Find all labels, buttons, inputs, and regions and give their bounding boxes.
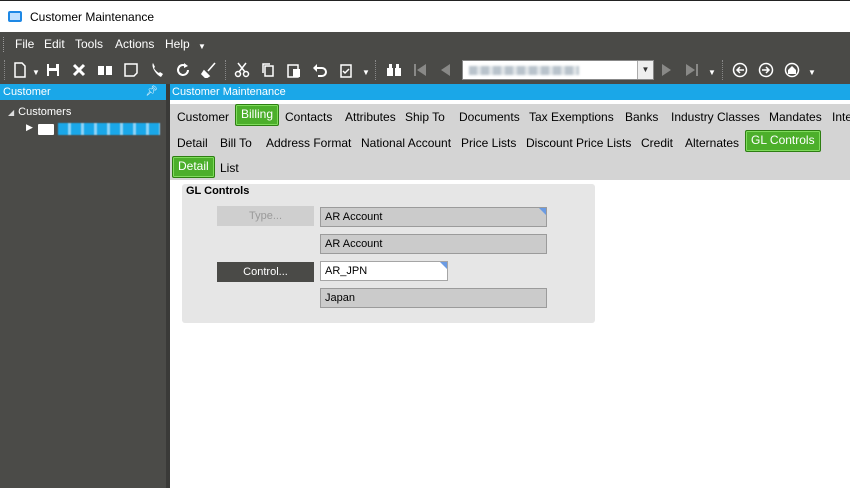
control-description: Japan xyxy=(325,292,355,304)
control-button[interactable]: Control... xyxy=(217,262,314,282)
tab-credit[interactable]: Credit xyxy=(636,132,678,154)
menu-actions[interactable]: Actions xyxy=(115,37,154,51)
menu-file[interactable]: File xyxy=(15,37,34,51)
control-value: AR_JPN xyxy=(325,265,368,277)
tab-mandates[interactable]: Mandates xyxy=(764,106,827,128)
tab-alternates[interactable]: Alternates xyxy=(680,132,744,154)
tab-discount-price-lists[interactable]: Discount Price Lists xyxy=(521,132,636,154)
tab-documents[interactable]: Documents xyxy=(454,106,525,128)
tab-billing[interactable]: Billing xyxy=(235,104,280,126)
tab-attributes[interactable]: Attributes xyxy=(340,106,401,128)
main-panel: Customer Maintenance Customer Billing Co… xyxy=(170,84,850,488)
menu-grip xyxy=(3,37,6,52)
back-icon[interactable] xyxy=(730,60,750,80)
app-window-icon xyxy=(8,11,22,22)
tab-price-lists[interactable]: Price Lists xyxy=(456,132,521,154)
window-title: Customer Maintenance xyxy=(30,10,155,24)
last-record-icon[interactable] xyxy=(682,60,702,80)
combo-dropdown-icon[interactable]: ▼ xyxy=(637,61,653,79)
main-header: Customer Maintenance xyxy=(170,84,850,100)
customer-tree-panel: Customer 📌︎ ◢ Customers ▶ xyxy=(0,84,166,488)
tab-detail-view[interactable]: Detail xyxy=(172,156,215,178)
menu-overflow-icon[interactable]: ▼ xyxy=(198,42,206,51)
toolbar-overflow-icon[interactable]: ▼ xyxy=(808,68,816,77)
clear-icon[interactable] xyxy=(199,60,219,80)
delete-icon[interactable] xyxy=(69,60,89,80)
save-icon[interactable] xyxy=(43,60,63,80)
type-field[interactable]: AR Account xyxy=(320,207,547,227)
forward-icon[interactable] xyxy=(756,60,776,80)
tertiary-tab-row: Detail List xyxy=(170,156,850,180)
tab-inte[interactable]: Inte xyxy=(827,106,850,128)
secondary-tab-row: Detail Bill To Address Format National A… xyxy=(170,130,850,156)
tab-banks[interactable]: Banks xyxy=(620,106,663,128)
navigation-dropdown-icon[interactable]: ▼ xyxy=(708,68,716,77)
tab-industry-classes[interactable]: Industry Classes xyxy=(666,106,765,128)
paste-icon[interactable] xyxy=(284,60,304,80)
first-record-icon[interactable] xyxy=(410,60,430,80)
tree-item-customer[interactable]: ▶ xyxy=(26,122,160,136)
toolbar-grip xyxy=(4,60,5,80)
control-field[interactable]: AR_JPN xyxy=(320,261,448,281)
phone-icon[interactable] xyxy=(147,60,167,80)
tab-list-view[interactable]: List xyxy=(215,157,244,179)
copy-icon[interactable] xyxy=(258,60,278,80)
primary-tab-row: Customer Billing Contacts Attributes Shi… xyxy=(170,104,850,130)
home-icon[interactable] xyxy=(782,60,802,80)
type-description: AR Account xyxy=(325,238,383,250)
pin-icon[interactable]: 📌︎ xyxy=(145,84,158,100)
menu-tools[interactable]: Tools xyxy=(75,37,103,51)
group-title: GL Controls xyxy=(186,185,250,197)
gl-controls-group: GL Controls Type... AR Account AR Accoun… xyxy=(182,184,595,323)
type-description-field: AR Account xyxy=(320,234,547,254)
tree-root-label: Customers xyxy=(18,106,72,118)
tab-address-format[interactable]: Address Format xyxy=(261,132,356,154)
record-selector-combo[interactable]: ▼ xyxy=(462,60,654,80)
toolbar: ▼ ▼ ▼ ▼ xyxy=(0,56,850,84)
tab-bill-to[interactable]: Bill To xyxy=(215,132,257,154)
clipboard-dropdown-icon[interactable]: ▼ xyxy=(362,68,370,77)
folder-icon xyxy=(38,124,54,135)
previous-record-icon[interactable] xyxy=(436,60,456,80)
type-value: AR Account xyxy=(325,211,383,223)
tab-national-account[interactable]: National Account xyxy=(356,132,456,154)
toolbar-separator xyxy=(722,60,723,80)
expand-triangle-icon[interactable]: ▶ xyxy=(26,122,33,133)
new-dropdown-icon[interactable]: ▼ xyxy=(32,68,40,77)
toolbar-separator xyxy=(225,60,226,80)
control-description-field: Japan xyxy=(320,288,547,308)
refresh-icon[interactable] xyxy=(173,60,193,80)
tab-tax-exemptions[interactable]: Tax Exemptions xyxy=(524,106,619,128)
tab-contacts[interactable]: Contacts xyxy=(280,106,337,128)
redacted-record-value xyxy=(469,66,579,75)
menu-help[interactable]: Help xyxy=(165,37,190,51)
field-corner-marker xyxy=(440,262,447,269)
tab-ship-to[interactable]: Ship To xyxy=(400,106,450,128)
book-icon[interactable] xyxy=(95,60,115,80)
clipboard-icon[interactable] xyxy=(336,60,356,80)
undo-icon[interactable] xyxy=(310,60,330,80)
redacted-customer-name xyxy=(58,123,160,135)
tree-root-customers[interactable]: ◢ Customers xyxy=(8,106,71,118)
panel-title: Customer xyxy=(3,86,51,98)
next-record-icon[interactable] xyxy=(656,60,676,80)
menu-edit[interactable]: Edit xyxy=(44,37,65,51)
tab-customer[interactable]: Customer xyxy=(172,106,234,128)
toolbar-separator xyxy=(375,60,376,80)
title-bar: Customer Maintenance xyxy=(0,0,850,32)
menu-bar: File Edit Tools Actions Help ▼ xyxy=(0,32,850,56)
tab-gl-controls[interactable]: GL Controls xyxy=(745,130,821,152)
type-button[interactable]: Type... xyxy=(217,206,314,226)
collapse-triangle-icon[interactable]: ◢ xyxy=(8,108,14,117)
binoculars-icon[interactable] xyxy=(384,60,404,80)
note-icon[interactable] xyxy=(121,60,141,80)
new-icon[interactable] xyxy=(10,60,30,80)
field-corner-marker xyxy=(539,208,546,215)
tab-detail[interactable]: Detail xyxy=(172,132,213,154)
cut-icon[interactable] xyxy=(232,60,252,80)
panel-header: Customer 📌︎ xyxy=(0,84,166,100)
